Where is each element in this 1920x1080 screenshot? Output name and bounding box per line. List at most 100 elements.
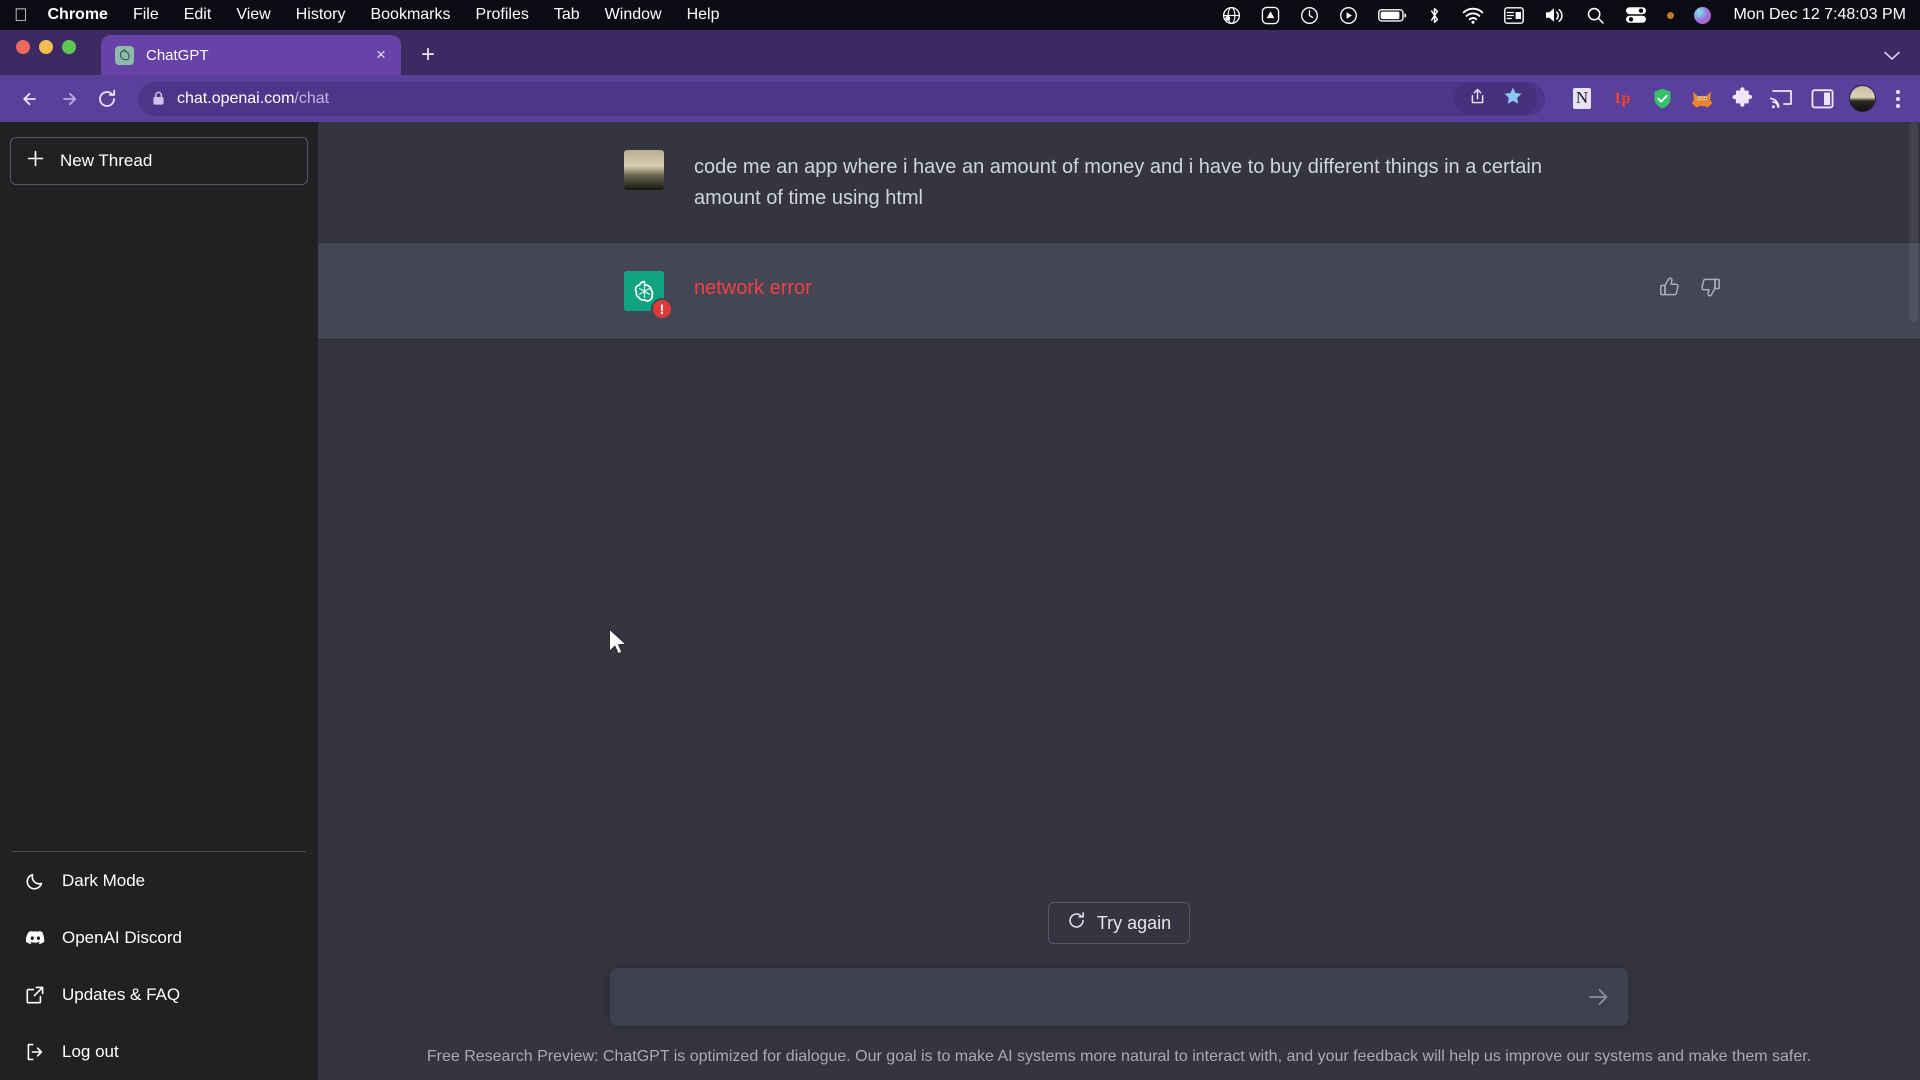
kebab-menu-icon[interactable] [1890,89,1906,108]
onepassword-extension-icon[interactable]: 1p [1609,86,1635,112]
try-again-button[interactable]: Try again [1047,902,1191,944]
metamask-fox-extension-icon[interactable] [1689,86,1715,112]
message-inner: code me an app where i have an amount of… [614,150,1624,214]
chatgpt-sidebar: New Thread Dark Mode OpenAI Discord Upda… [0,122,318,1080]
menu-item-tab[interactable]: Tab [554,6,580,24]
chrome-browser-window: ChatGPT × + chat.openai.com/chat N 1p Ne… [0,30,1920,1080]
menu-item-history[interactable]: History [296,6,346,24]
battery-icon[interactable] [1378,8,1407,23]
conversation-area: code me an app where i have an amount of… [318,122,1920,1080]
url-host: chat.openai.com [177,89,295,107]
moon-icon [24,871,46,891]
profile-avatar[interactable] [1849,85,1876,112]
menu-item-window[interactable]: Window [605,6,662,24]
error-badge-icon: ! [651,298,673,320]
try-again-label: Try again [1096,912,1172,933]
feedback-buttons [1658,275,1724,301]
chatgpt-favicon-icon [115,45,134,65]
user-avatar [624,150,664,190]
discord-icon [24,930,46,946]
logout-icon [24,1042,46,1062]
shield-extension-icon[interactable] [1649,86,1675,112]
sidebar-item-dark-mode[interactable]: Dark Mode [10,852,308,909]
minimize-window-button[interactable] [39,39,53,54]
siri-icon[interactable] [1694,6,1712,24]
sidebar-item-log-out[interactable]: Log out [10,1023,308,1080]
share-icon[interactable] [1468,87,1487,111]
address-bar[interactable]: chat.openai.com/chat [138,81,1545,116]
close-window-button[interactable] [16,39,30,54]
browser-tab-chatgpt[interactable]: ChatGPT × [101,35,401,75]
plus-icon [27,150,44,172]
chatgpt-avatar: ! [624,271,673,320]
tab-title: ChatGPT [146,46,209,64]
cast-icon[interactable] [1769,86,1795,112]
back-arrow-icon[interactable] [14,82,48,116]
external-link-icon [24,985,46,1005]
control-center-icon[interactable] [1504,6,1525,24]
thumbs-down-icon[interactable] [1698,275,1724,301]
message-inner: ! network error [614,271,1720,320]
message-composer[interactable] [610,968,1628,1026]
macos-menu-bar:  Chrome File Edit View History Bookmark… [0,0,1920,30]
extension-icons: N 1p [1569,85,1906,112]
composer-area: Try again Free Research Preview: ChatGPT… [318,902,1920,1080]
side-panel-icon[interactable] [1809,86,1835,112]
omnibox-actions [1454,82,1537,115]
maximize-window-button[interactable] [62,39,76,54]
forward-arrow-icon[interactable] [52,82,86,116]
spotlight-search-icon[interactable] [1586,6,1605,25]
sidebar-item-label: Dark Mode [62,870,146,890]
menu-item-edit[interactable]: Edit [184,6,212,24]
sidebar-item-openai-discord[interactable]: OpenAI Discord [10,909,308,966]
scrollbar-thumb[interactable] [1909,122,1918,322]
reload-icon[interactable] [90,82,124,116]
message-row-user: code me an app where i have an amount of… [318,122,1920,242]
time-machine-icon[interactable] [1300,6,1319,25]
new-tab-button[interactable]: + [421,43,435,67]
footer-disclaimer: Free Research Preview: ChatGPT is optimi… [426,1048,1812,1065]
triangle-drive-icon[interactable] [1261,6,1280,25]
menu-item-help[interactable]: Help [687,6,720,24]
globe-network-icon[interactable] [1222,6,1241,25]
sidebar-item-updates-faq[interactable]: Updates & FAQ [10,966,308,1023]
screen-recording-icon[interactable] [1339,6,1358,25]
apple-logo-icon[interactable]:  [14,6,28,24]
chatgpt-page: New Thread Dark Mode OpenAI Discord Upda… [0,122,1920,1080]
menubar-clock[interactable]: Mon Dec 12 7:48:03 PM [1733,6,1906,24]
menu-item-profiles[interactable]: Profiles [476,6,529,24]
volume-icon[interactable] [1544,6,1566,24]
bluetooth-icon[interactable] [1427,6,1442,25]
new-thread-label: New Thread [60,151,153,170]
send-arrow-icon[interactable] [1578,986,1610,1008]
wifi-icon[interactable] [1462,7,1484,24]
sidebar-item-label: Log out [62,1041,119,1061]
assistant-error-text: network error [694,277,812,299]
notion-extension-icon[interactable]: N [1569,86,1595,112]
sidebar-item-label: Updates & FAQ [62,984,181,1004]
user-message-text: code me an app where i have an amount of… [694,156,1542,209]
menu-item-view[interactable]: View [236,6,270,24]
thumbs-up-icon[interactable] [1658,275,1684,301]
browser-toolbar: chat.openai.com/chat N 1p [0,75,1920,122]
menu-item-file[interactable]: File [133,6,159,24]
chevron-down-icon[interactable] [1884,48,1900,65]
menu-item-bookmarks[interactable]: Bookmarks [370,6,450,24]
lock-icon [152,91,165,106]
url-path: /chat [294,89,330,107]
message-row-assistant: ! network error [318,242,1920,340]
sidebar-item-label: OpenAI Discord [62,927,182,947]
menubar-tray [1222,6,1712,25]
tab-close-icon[interactable]: × [371,45,391,65]
message-input[interactable] [630,986,1578,1008]
new-thread-button[interactable]: New Thread [10,137,308,185]
window-traffic-lights [16,30,76,75]
toggles-icon[interactable] [1625,6,1647,24]
menu-item-chrome[interactable]: Chrome [48,6,108,24]
tab-strip: ChatGPT × + [0,30,1920,75]
refresh-icon [1067,911,1086,935]
orange-dot-indicator [1667,11,1675,19]
extensions-puzzle-icon[interactable] [1729,86,1755,112]
bookmark-star-icon[interactable] [1503,86,1523,111]
